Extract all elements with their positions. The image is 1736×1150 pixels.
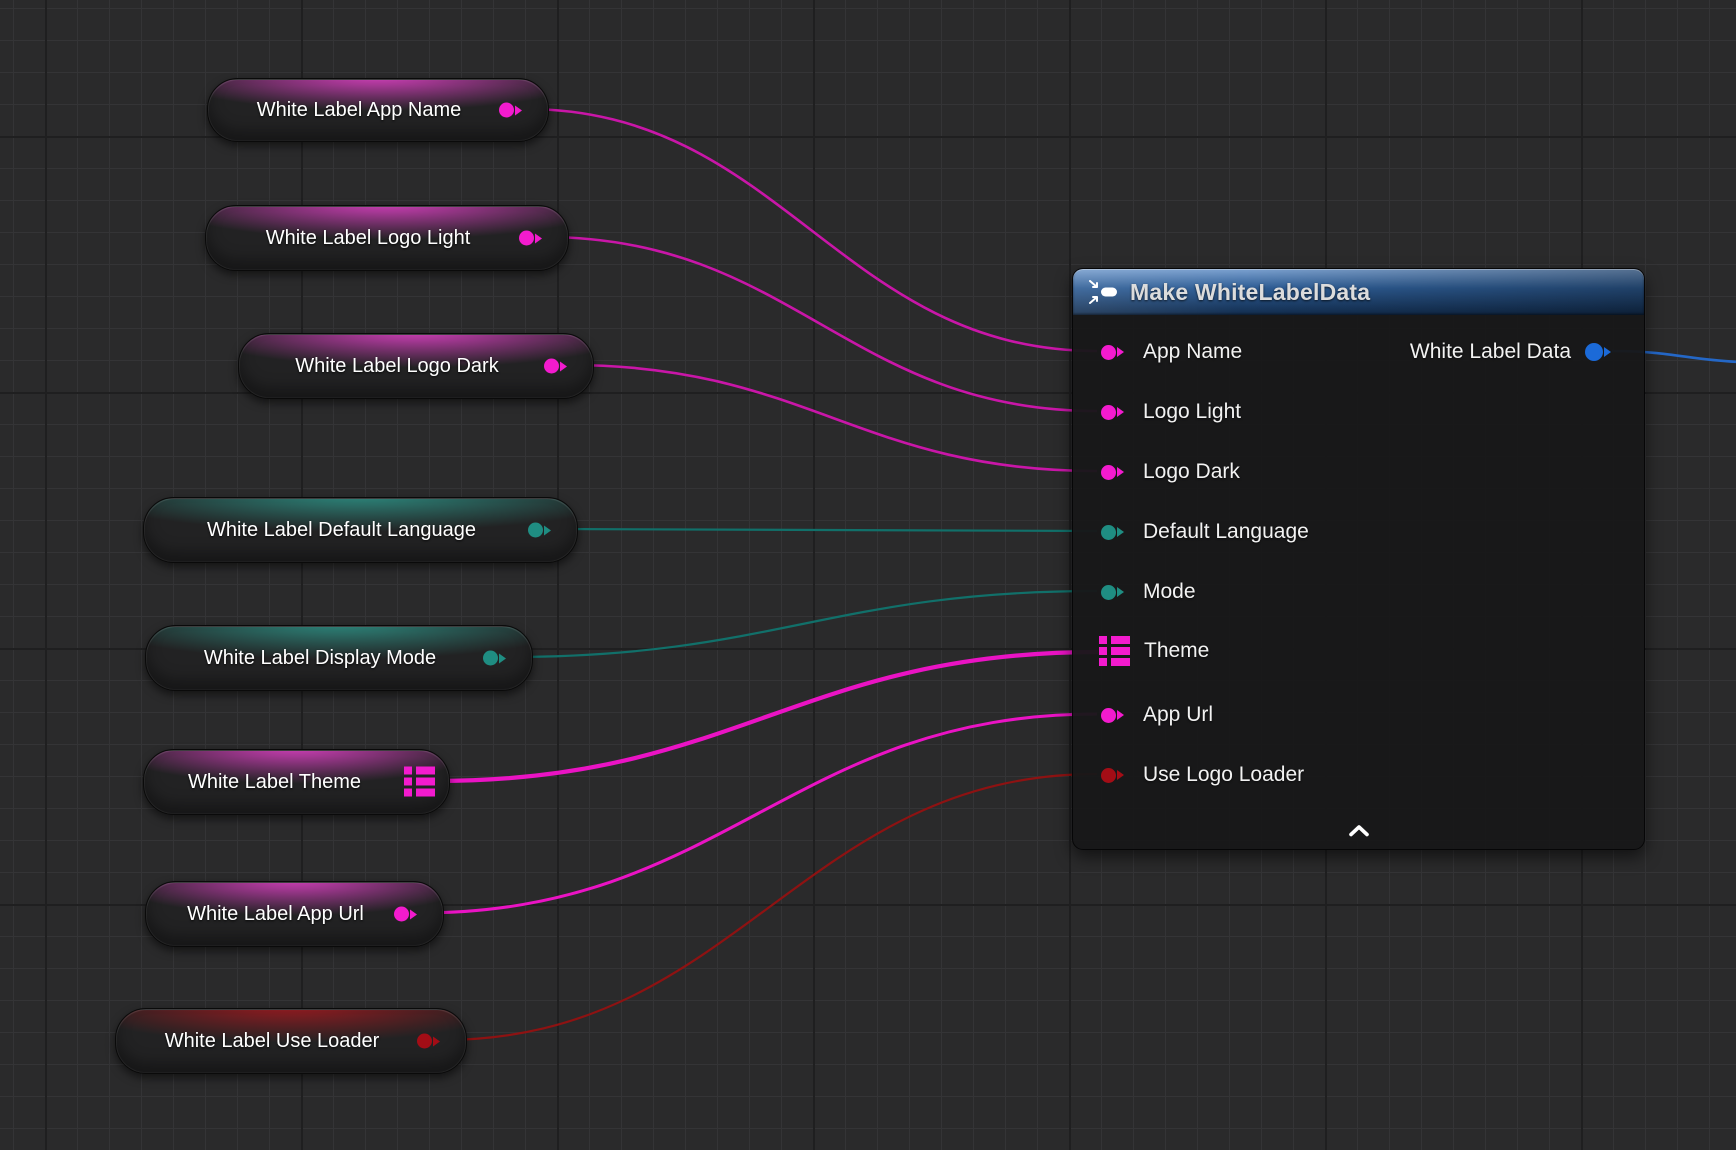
pin-row-theme: Theme: [1099, 636, 1209, 666]
wire-display-mode[interactable]: [508, 591, 1097, 657]
struct-pin-icon[interactable]: [1099, 636, 1130, 667]
string-pin-input[interactable]: [1101, 345, 1129, 360]
make-struct-icon: [1089, 280, 1119, 304]
node-get-white-label-default-language[interactable]: White Label Default Language: [143, 497, 578, 563]
bool-pin-output[interactable]: [417, 1034, 445, 1049]
enum-pin-input[interactable]: [1101, 525, 1129, 540]
pin-label: Default Language: [1143, 520, 1309, 544]
node-get-white-label-theme[interactable]: White Label Theme: [143, 749, 450, 815]
pin-row-mode: Mode: [1101, 577, 1196, 607]
node-label: White Label Display Mode: [186, 647, 492, 670]
node-make-whitelabeldata[interactable]: Make WhiteLabelData App Name Logo Light …: [1072, 268, 1645, 850]
node-get-white-label-use-loader[interactable]: White Label Use Loader: [115, 1008, 467, 1074]
pin-row-logo-dark: Logo Dark: [1101, 457, 1240, 487]
struct-pin-output[interactable]: [1585, 343, 1616, 361]
pin-label: Logo Dark: [1143, 460, 1240, 484]
wire-logo-dark[interactable]: [569, 365, 1097, 471]
pin-label: Theme: [1144, 639, 1209, 663]
string-pin-input[interactable]: [1101, 465, 1129, 480]
pin-row-default-language: Default Language: [1101, 517, 1309, 547]
struct-pin-icon[interactable]: [404, 767, 435, 798]
wire-theme[interactable]: [436, 652, 1098, 781]
wire-app-url[interactable]: [419, 714, 1097, 913]
pin-row-app-url: App Url: [1101, 700, 1213, 730]
wire-use-loader[interactable]: [442, 774, 1097, 1040]
collapse-button[interactable]: [1339, 821, 1379, 839]
node-get-white-label-app-name[interactable]: White Label App Name: [207, 78, 549, 142]
node-label: White Label Use Loader: [147, 1030, 436, 1053]
chevron-up-icon: [1347, 824, 1371, 837]
enum-pin-output[interactable]: [483, 651, 511, 666]
pin-label: App Url: [1143, 703, 1213, 727]
blueprint-graph-canvas[interactable]: White Label App Name White Label Logo Li…: [0, 0, 1736, 1150]
string-pin-output[interactable]: [499, 103, 527, 118]
node-title: Make WhiteLabelData: [1130, 279, 1370, 306]
string-pin-output[interactable]: [394, 907, 422, 922]
node-get-white-label-app-url[interactable]: White Label App Url: [145, 881, 444, 947]
string-pin-output[interactable]: [519, 231, 547, 246]
string-pin-output[interactable]: [544, 359, 572, 374]
pin-row-app-name: App Name: [1101, 337, 1242, 367]
node-header[interactable]: Make WhiteLabelData: [1073, 269, 1644, 315]
pin-row-use-logo-loader: Use Logo Loader: [1101, 760, 1304, 790]
string-pin-input[interactable]: [1101, 405, 1129, 420]
wire-default-language[interactable]: [553, 529, 1097, 531]
bool-pin-input[interactable]: [1101, 768, 1129, 783]
pin-row-white-label-data: White Label Data: [1410, 337, 1616, 367]
pin-label: Logo Light: [1143, 400, 1241, 424]
node-label: White Label App Name: [239, 99, 518, 122]
pin-row-logo-light: Logo Light: [1101, 397, 1241, 427]
node-label: White Label Theme: [170, 771, 423, 794]
node-get-white-label-display-mode[interactable]: White Label Display Mode: [145, 625, 533, 691]
node-label: White Label Default Language: [189, 519, 532, 542]
node-get-white-label-logo-light[interactable]: White Label Logo Light: [205, 205, 569, 271]
string-pin-input[interactable]: [1101, 708, 1129, 723]
pin-label: App Name: [1143, 340, 1242, 364]
pin-label: Mode: [1143, 580, 1196, 604]
enum-pin-output[interactable]: [528, 523, 556, 538]
node-get-white-label-logo-dark[interactable]: White Label Logo Dark: [238, 333, 594, 399]
wire-app-name[interactable]: [525, 109, 1097, 351]
wire-logo-light[interactable]: [544, 237, 1097, 411]
node-label: White Label Logo Light: [248, 227, 527, 250]
pin-label: Use Logo Loader: [1143, 763, 1304, 787]
node-label: White Label Logo Dark: [277, 355, 554, 378]
enum-pin-input[interactable]: [1101, 585, 1129, 600]
node-label: White Label App Url: [169, 903, 420, 926]
pin-label: White Label Data: [1410, 340, 1571, 364]
